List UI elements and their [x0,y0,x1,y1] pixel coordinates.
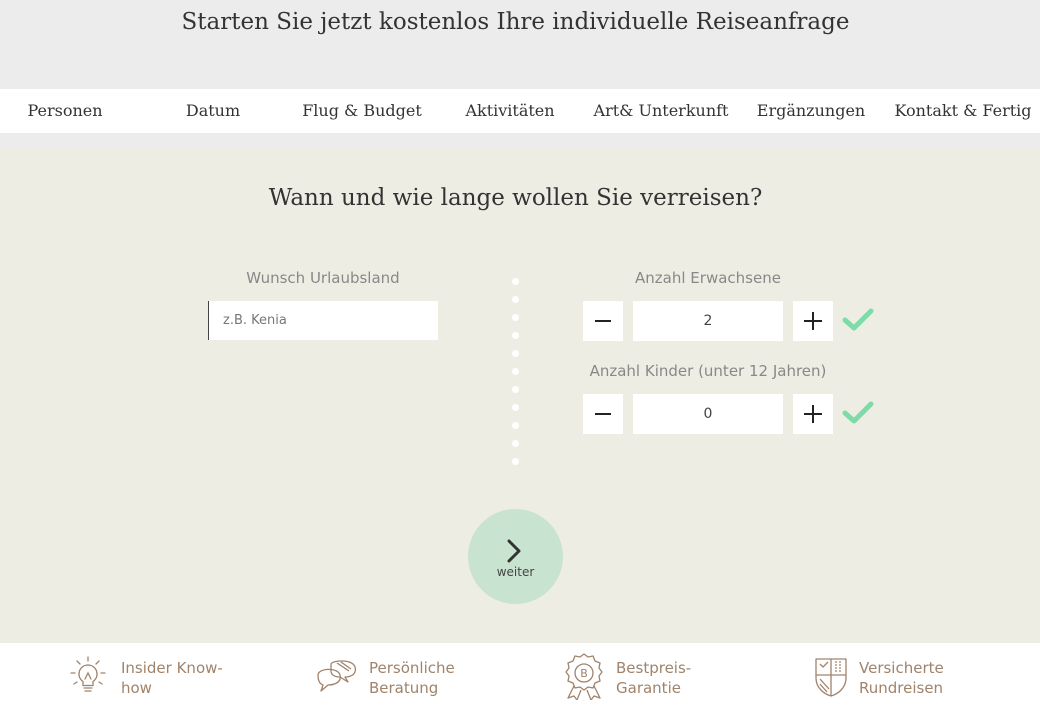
feature-line2: Rundreisen [859,679,944,697]
step-kontakt-fertig[interactable]: Kontakt & Fertig [888,89,1038,133]
plus-icon [804,405,822,423]
chevron-right-icon [507,539,521,563]
step-aktivitaeten[interactable]: Aktivitäten [435,89,585,133]
step-art-unterkunft[interactable]: Art& Unterkunft [586,89,736,133]
feature-line1: Bestpreis- [616,659,692,677]
divider-dots [512,278,520,476]
check-icon [842,308,874,331]
children-decrement-button[interactable] [583,394,623,434]
adults-decrement-button[interactable] [583,301,623,341]
step-ergaenzungen[interactable]: Ergänzungen [736,89,886,133]
feature-line1: Insider Know- [121,659,223,677]
plus-icon [804,312,822,330]
feature-line1: Persönliche [369,659,455,677]
feature-insider-knowhow: Insider Know- how [68,643,268,708]
shield-icon [815,658,847,697]
step-flug-budget[interactable]: Flug & Budget [287,89,437,133]
minus-icon [595,413,611,415]
svg-text:B: B [580,667,588,680]
speech-bubbles-icon [317,660,357,692]
next-button-label: weiter [496,565,535,579]
feature-bestpreis-garantie: B Bestpreis- Garantie [562,643,762,708]
step-datum[interactable]: Datum [138,89,288,133]
feature-line2: Garantie [616,679,681,697]
children-count-field[interactable] [633,394,783,434]
adults-count-field[interactable] [633,301,783,341]
lightbulb-icon [70,656,106,692]
feature-line2: Beratung [369,679,439,697]
feature-line2: how [121,679,152,697]
children-increment-button[interactable] [793,394,833,434]
badge-icon: B [565,653,603,700]
question-heading: Wann und wie lange wollen Sie verreisen? [268,185,763,211]
country-label: Wunsch Urlaubsland [246,269,400,287]
children-label: Anzahl Kinder (unter 12 Jahren) [589,362,827,380]
check-icon [842,401,874,424]
minus-icon [595,320,611,322]
form-panel: Wann und wie lange wollen Sie verreisen?… [0,150,1040,643]
country-input[interactable] [208,301,438,340]
header: Starten Sie jetzt kostenlos Ihre individ… [0,0,1040,89]
step-navigation: Personen Datum Flug & Budget Aktivitäten… [0,89,1040,133]
page-title: Starten Sie jetzt kostenlos Ihre individ… [181,9,850,35]
feature-versicherte-rundreisen: Versicherte Rundreisen [813,643,1013,708]
adults-label: Anzahl Erwachsene [635,269,781,287]
next-button[interactable]: weiter [468,509,563,604]
feature-line1: Versicherte [859,659,944,677]
adults-increment-button[interactable] [793,301,833,341]
step-personen[interactable]: Personen [0,89,140,133]
features-bar: Insider Know- how Persönliche Beratung B [0,643,1040,708]
feature-beratung: Persönliche Beratung [315,643,515,708]
